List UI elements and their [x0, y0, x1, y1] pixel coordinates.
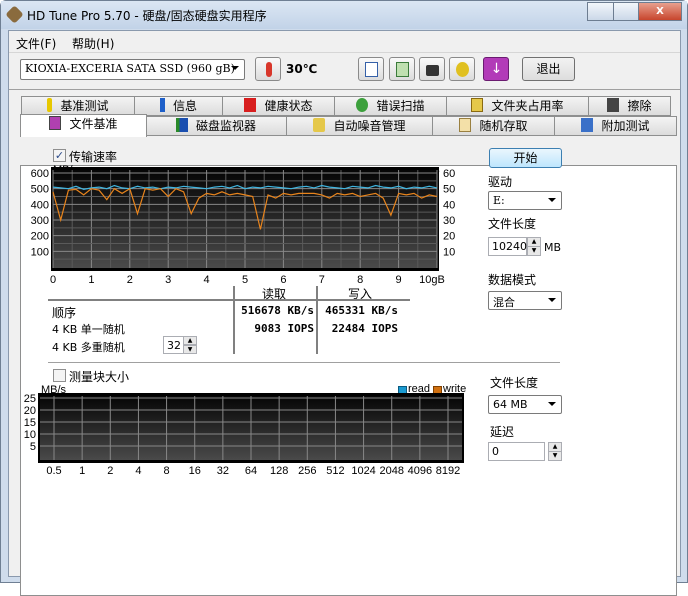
data-mode-label: 数据模式	[488, 271, 536, 288]
x-tick-label: 8192	[436, 465, 460, 477]
x-tick-label: 32	[217, 465, 229, 477]
chevron-down-icon	[548, 198, 556, 202]
x-tick-label: 2	[107, 465, 113, 477]
x-tick-label: 128	[270, 465, 288, 477]
y-tick-label: 5	[30, 441, 36, 453]
block-size-chart: 0.51248163264128256512102420484096819251…	[0, 0, 688, 583]
chevron-down-icon	[548, 402, 556, 406]
y-tick-label: 20	[24, 405, 36, 417]
file-bench-icon	[49, 116, 61, 130]
block-file-length-select[interactable]: 64 MB	[488, 395, 562, 414]
x-tick-label: 512	[326, 465, 344, 477]
chevron-down-icon	[548, 298, 556, 302]
y-tick-label: 15	[24, 417, 36, 429]
x-tick-label: 2048	[379, 465, 403, 477]
start-button[interactable]: 开始	[489, 148, 562, 168]
x-tick-label: 1	[79, 465, 85, 477]
delay-label: 延迟	[490, 423, 514, 440]
block-file-length-value: 64 MB	[493, 398, 528, 411]
y-tick-label: 10	[24, 429, 36, 441]
target-drive-value: E:	[493, 194, 505, 207]
x-tick-label: 4096	[408, 465, 432, 477]
drive-label: 驱动	[488, 173, 512, 190]
x-tick-label: 16	[189, 465, 201, 477]
file-length-input[interactable]: 10240	[488, 237, 527, 256]
delay-input[interactable]: 0	[488, 442, 545, 461]
data-mode-value: 混合	[493, 296, 515, 309]
x-tick-label: 1024	[351, 465, 375, 477]
spin-down-button[interactable]: ▼	[527, 246, 541, 256]
x-tick-label: 8	[164, 465, 170, 477]
file-length-label: 文件长度	[488, 215, 536, 232]
x-tick-label: 4	[135, 465, 141, 477]
tab-label: 文件基准	[69, 117, 117, 131]
x-tick-label: 64	[245, 465, 257, 477]
x-tick-label: 0.5	[46, 465, 61, 477]
block-file-length-label: 文件长度	[490, 374, 538, 391]
x-tick-label: 256	[298, 465, 316, 477]
data-mode-select[interactable]: 混合	[488, 291, 562, 310]
target-drive-select[interactable]: E:	[488, 191, 562, 210]
y-tick-label: 25	[24, 393, 36, 405]
spin-down-button[interactable]: ▼	[548, 451, 562, 461]
file-length-unit: MB	[544, 241, 561, 254]
tab-file-benchmark[interactable]: 文件基准	[20, 114, 147, 137]
